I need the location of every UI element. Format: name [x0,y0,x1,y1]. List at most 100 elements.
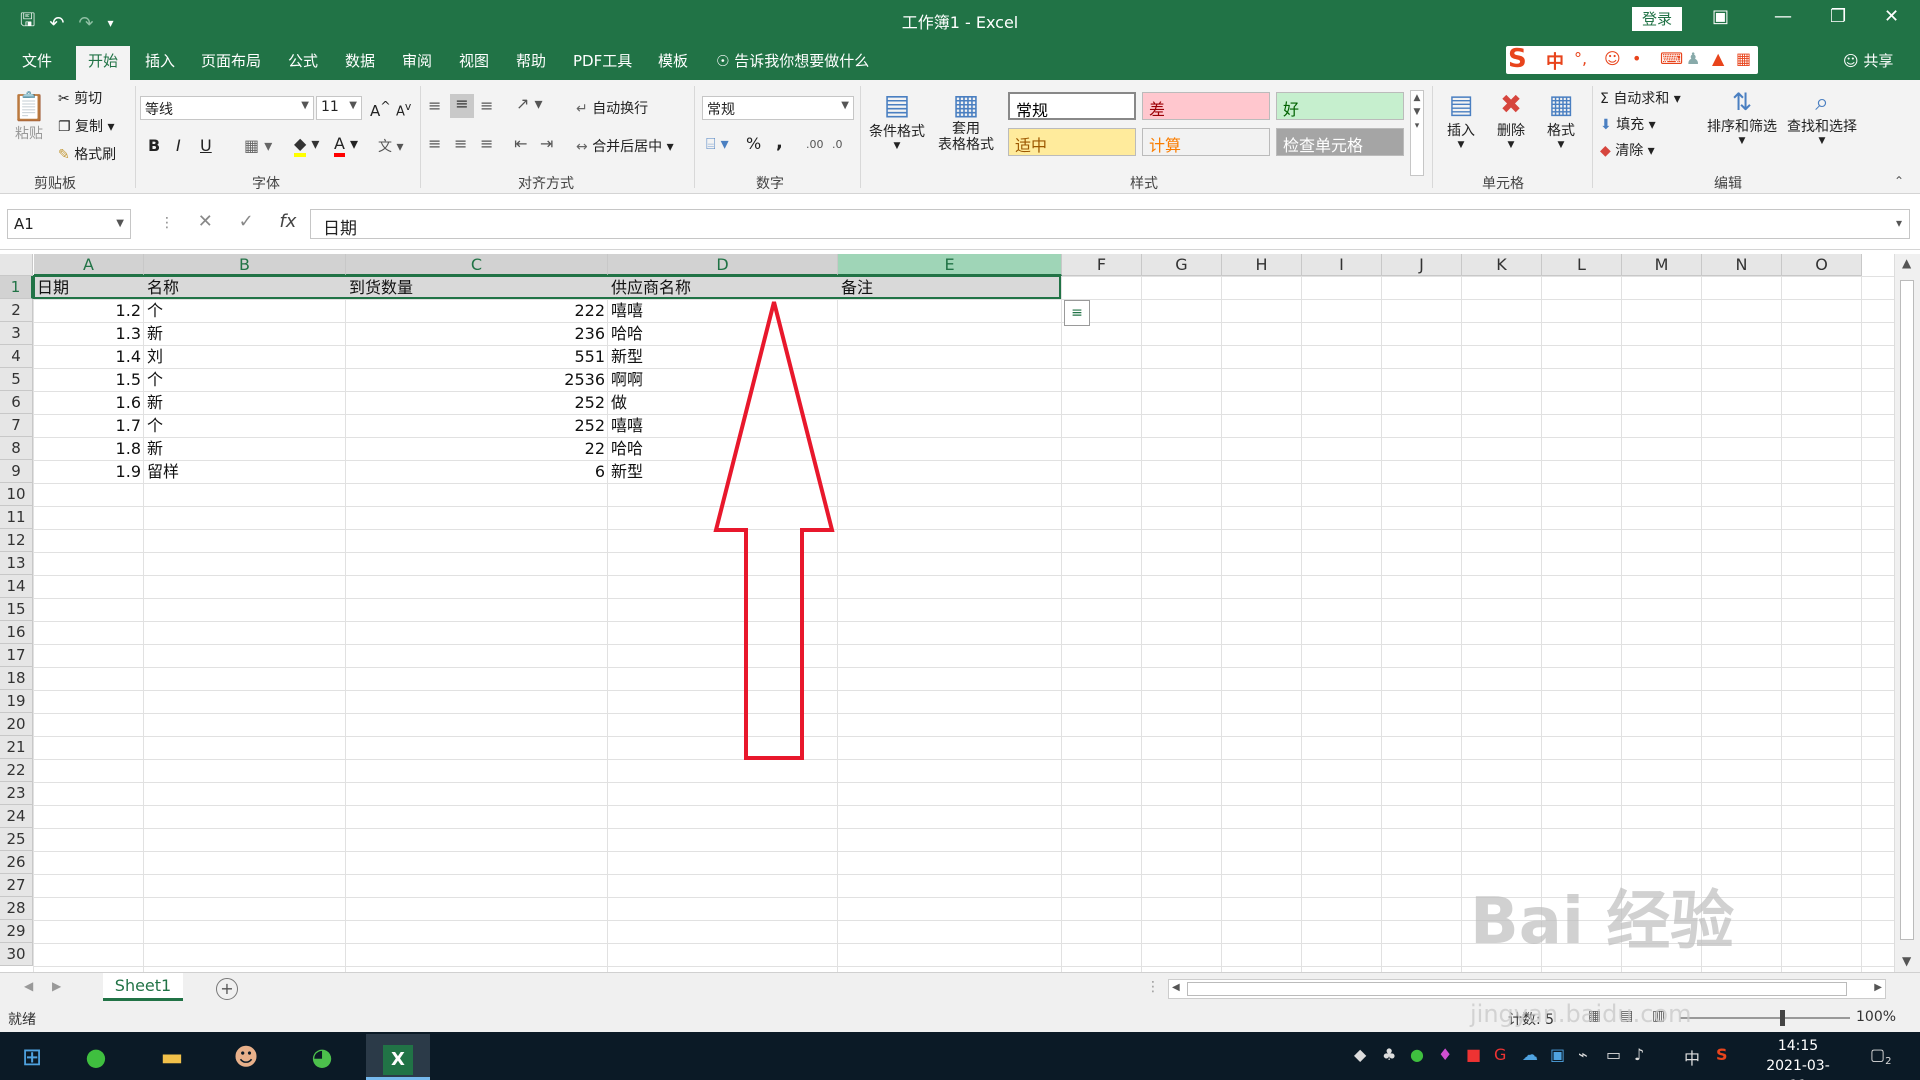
column-header-j[interactable]: J [1382,254,1462,276]
row-header-5[interactable]: 5 [0,368,33,391]
tab-view[interactable]: 视图 [459,50,489,71]
number-format-combo[interactable]: 常规 ▼ [702,96,854,120]
align-center-icon[interactable]: ≡ [454,134,467,153]
tray-wechat-icon[interactable]: ● [1410,1045,1424,1064]
emoji-icon[interactable]: ☺ [1604,49,1621,68]
align-middle-icon[interactable]: ≡ [450,94,474,118]
tray-diamond-icon[interactable]: ◆ [1354,1045,1366,1064]
tray-cloud-icon[interactable]: ☁ [1522,1045,1538,1064]
tray-input-icon[interactable]: ▣ [1550,1045,1565,1064]
cancel-icon[interactable]: ✕ [198,211,213,232]
orientation-icon[interactable]: ↗ ▾ [516,94,543,113]
row-header-3[interactable]: 3 [0,322,33,345]
paste-button[interactable]: 📋 粘贴 [10,90,48,143]
row-header-30[interactable]: 30 [0,943,33,966]
row-header-26[interactable]: 26 [0,851,33,874]
data-cell[interactable]: 个 [144,368,346,391]
row-header-14[interactable]: 14 [0,575,33,598]
data-cell[interactable]: 1.3 [34,322,144,345]
tray-sogou-icon[interactable]: S [1716,1045,1728,1064]
data-cell[interactable]: 236 [346,322,608,345]
font-color-icon[interactable]: A ▾ [334,134,358,157]
row-header-11[interactable]: 11 [0,506,33,529]
row-header-20[interactable]: 20 [0,713,33,736]
zoom-slider-knob[interactable] [1780,1010,1785,1026]
italic-button[interactable]: I [176,136,181,155]
sort-filter-button[interactable]: ⇅ 排序和筛选 ▼ [1704,88,1780,146]
ribbon-display-icon[interactable]: ▣ [1712,6,1729,27]
grow-font-icon[interactable]: A^ [370,98,391,120]
cell-style-1[interactable]: 差 [1142,92,1270,120]
font-size-combo[interactable]: 11 ▼ [316,96,362,120]
underline-button[interactable]: U [200,136,212,155]
decrease-indent-icon[interactable]: ⇤ [514,134,527,153]
column-header-d[interactable]: D [608,254,838,276]
autosum-button[interactable]: Σ 自动求和 ▾ [1600,88,1681,108]
row-header-21[interactable]: 21 [0,736,33,759]
data-cell[interactable]: 1.8 [34,437,144,460]
cell-style-4[interactable]: 计算 [1142,128,1270,156]
row-header-17[interactable]: 17 [0,644,33,667]
tray-ime-label[interactable]: 中 [1684,1045,1700,1069]
zoom-slider[interactable] [1680,1017,1850,1019]
data-cell[interactable]: 1.4 [34,345,144,368]
column-header-n[interactable]: N [1702,254,1782,276]
delete-cells-button[interactable]: ✖ 删除 ▼ [1488,90,1534,150]
tab-formulas[interactable]: 公式 [288,50,318,71]
fill-button[interactable]: ⬇ 填充 ▾ [1600,114,1656,134]
data-cell[interactable]: 新 [144,391,346,414]
cell-style-3[interactable]: 适中 [1008,128,1136,156]
zoom-level[interactable]: 100% [1856,1009,1896,1025]
taskbar-browser[interactable]: ◕ [290,1034,354,1080]
name-box[interactable]: A1 ▼ [7,209,131,239]
row-header-15[interactable]: 15 [0,598,33,621]
row-header-27[interactable]: 27 [0,874,33,897]
select-all-corner[interactable] [0,254,33,276]
align-bottom-icon[interactable]: ≡ [480,96,493,115]
format-cells-button[interactable]: ▦ 格式 ▼ [1538,90,1584,150]
restore-icon[interactable]: ❐ [1830,6,1846,27]
skin-icon[interactable]: ▲ [1712,49,1724,68]
notification-icon[interactable]: ▢2 [1870,1045,1892,1067]
row-header-4[interactable]: 4 [0,345,33,368]
horizontal-scrollbar[interactable]: ◀ ▶ [1168,979,1886,999]
data-cell[interactable]: 1.6 [34,391,144,414]
minimize-icon[interactable]: — [1774,6,1792,27]
next-sheet-icon[interactable]: ▶ [52,979,61,993]
row-header-19[interactable]: 19 [0,690,33,713]
bold-button[interactable]: B [148,136,160,155]
tray-app-icon[interactable]: ♣ [1382,1045,1396,1064]
tab-templates[interactable]: 模板 [658,50,688,71]
hscroll-thumb[interactable] [1187,982,1847,996]
increase-decimal-icon[interactable]: .00 [806,138,824,151]
data-cell[interactable]: 551 [346,345,608,368]
cell-style-2[interactable]: 好 [1276,92,1404,120]
border-icon[interactable]: ▦ ▾ [244,136,272,155]
row-header-2[interactable]: 2 [0,299,33,322]
row-header-1[interactable]: 1 [0,276,33,299]
tab-pdf-tools[interactable]: PDF工具 [573,50,632,71]
row-header-8[interactable]: 8 [0,437,33,460]
column-header-b[interactable]: B [144,254,346,276]
currency-icon[interactable]: ⌸ ▾ [706,134,729,154]
toolbox-icon[interactable]: ▦ [1736,49,1751,68]
data-cell[interactable]: 222 [346,299,608,322]
column-header-e[interactable]: E [838,254,1062,276]
scroll-thumb[interactable] [1900,280,1914,940]
column-header-k[interactable]: K [1462,254,1542,276]
shrink-font-icon[interactable]: Av [396,100,411,119]
tab-file[interactable]: 文件 [22,50,52,71]
clear-button[interactable]: ◆ 清除 ▾ [1600,140,1655,160]
login-button[interactable]: 登录 [1632,7,1682,31]
tab-insert[interactable]: 插入 [145,50,175,71]
data-cell[interactable]: 22 [346,437,608,460]
splitter-icon[interactable]: ⋮ [1146,979,1160,995]
conditional-format-button[interactable]: ▤ 条件格式 ▼ [866,88,928,151]
find-select-button[interactable]: ⌕ 查找和选择 ▼ [1784,88,1860,146]
insert-function-icon[interactable]: fx [279,211,296,232]
column-header-i[interactable]: I [1302,254,1382,276]
data-cell[interactable]: 1.2 [34,299,144,322]
wrap-text-button[interactable]: ↵ 自动换行 [576,98,648,118]
format-as-table-button[interactable]: ▦ 套用 表格格式 [930,88,1002,153]
data-cell[interactable]: 个 [144,414,346,437]
